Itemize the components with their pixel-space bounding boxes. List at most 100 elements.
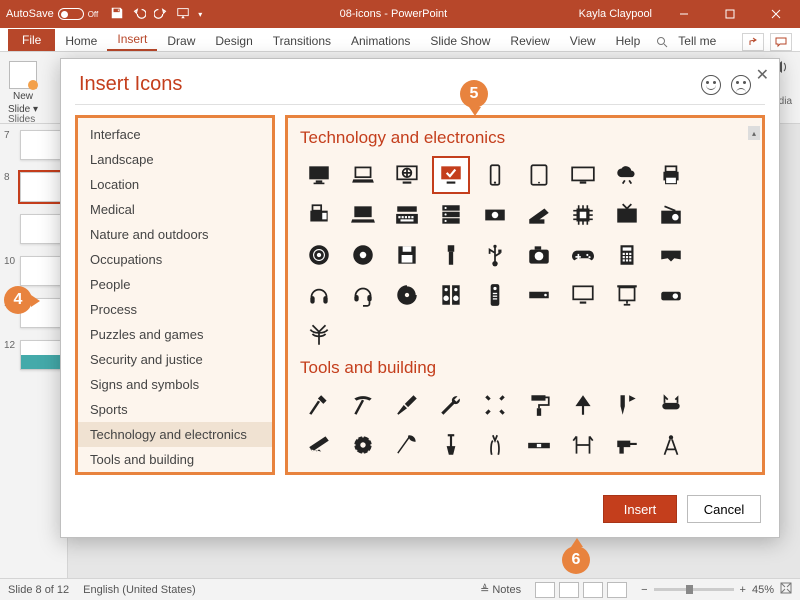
tab-review[interactable]: Review <box>500 30 559 51</box>
category-item[interactable]: Puzzles and games <box>78 322 272 347</box>
handsaw-icon[interactable] <box>300 426 338 464</box>
new-slide-button[interactable]: New Slide ▾ <box>8 61 38 115</box>
insert-button[interactable]: Insert <box>603 495 677 523</box>
tab-view[interactable]: View <box>560 30 606 51</box>
cloud-sync-icon[interactable] <box>608 156 646 194</box>
tab-home[interactable]: Home <box>55 30 107 51</box>
zoom-control[interactable]: − + 45% <box>641 582 792 597</box>
scanner-icon[interactable] <box>520 196 558 234</box>
tablet-icon[interactable] <box>520 156 558 194</box>
slide-thumbnail[interactable]: 8 <box>0 166 67 208</box>
category-list[interactable]: InterfaceLandscapeLocationMedicalNature … <box>75 115 275 475</box>
paint-roller-icon[interactable] <box>520 386 558 424</box>
close-button[interactable] <box>756 0 796 28</box>
disc-drive-icon[interactable] <box>476 196 514 234</box>
slideshow-view-button[interactable] <box>607 582 627 598</box>
usb-symbol-icon[interactable] <box>476 236 514 274</box>
fax-icon[interactable] <box>300 196 338 234</box>
vinyl-icon[interactable] <box>300 236 338 274</box>
tab-insert[interactable]: Insert <box>107 28 157 51</box>
disc-icon[interactable] <box>388 276 426 314</box>
speakers-icon[interactable] <box>432 276 470 314</box>
maximize-button[interactable] <box>710 0 750 28</box>
feedback-frown-icon[interactable] <box>731 75 751 95</box>
toggle-switch[interactable] <box>58 8 84 20</box>
zoom-percent[interactable]: 45% <box>752 584 774 596</box>
smartphone-icon[interactable] <box>476 156 514 194</box>
feedback-smile-icon[interactable] <box>701 75 721 95</box>
tab-draw[interactable]: Draw <box>157 30 205 51</box>
drill-icon[interactable] <box>608 426 646 464</box>
category-item[interactable]: Sports <box>78 397 272 422</box>
camera-icon[interactable] <box>520 236 558 274</box>
circular-saw-icon[interactable] <box>344 426 382 464</box>
calculator-icon[interactable] <box>608 236 646 274</box>
shovel-icon[interactable] <box>432 426 470 464</box>
category-item[interactable]: Signs and symbols <box>78 372 272 397</box>
category-item[interactable]: Nature and outdoors <box>78 222 272 247</box>
slide-thumbnail[interactable]: 12 <box>0 334 67 376</box>
crossed-wrench-icon[interactable] <box>476 386 514 424</box>
redo-icon[interactable] <box>154 6 168 23</box>
language-status[interactable]: English (United States) <box>83 584 196 596</box>
qat-dropdown-icon[interactable]: ▾ <box>198 10 202 19</box>
icon-gallery[interactable]: ▴ Technology and electronicsTools and bu… <box>285 115 765 475</box>
category-item[interactable]: Occupations <box>78 247 272 272</box>
slide-thumbnail[interactable] <box>0 208 67 250</box>
tab-slide-show[interactable]: Slide Show <box>420 30 500 51</box>
hammer-icon[interactable] <box>300 386 338 424</box>
autosave-toggle[interactable]: AutoSave Off <box>0 8 104 20</box>
slide-thumbnail[interactable]: 7 <box>0 124 67 166</box>
laptop-open-icon[interactable] <box>344 196 382 234</box>
category-item[interactable]: Medical <box>78 197 272 222</box>
desktop-icon[interactable] <box>300 156 338 194</box>
tab-transitions[interactable]: Transitions <box>263 30 341 51</box>
zoom-slider[interactable] <box>654 588 734 591</box>
start-show-icon[interactable] <box>176 6 190 23</box>
zoom-out-icon[interactable]: − <box>641 584 647 596</box>
pickaxe-icon[interactable] <box>344 386 382 424</box>
monitor-wide-icon[interactable] <box>564 156 602 194</box>
tab-design[interactable]: Design <box>205 30 262 51</box>
comments-button[interactable] <box>770 33 792 51</box>
keyboard-icon[interactable] <box>388 196 426 234</box>
screwdriver-icon[interactable] <box>388 386 426 424</box>
category-item[interactable]: Landscape <box>78 147 272 172</box>
check-monitor-icon[interactable] <box>432 156 470 194</box>
tab-animations[interactable]: Animations <box>341 30 420 51</box>
undo-icon[interactable] <box>132 6 146 23</box>
category-item[interactable]: Process <box>78 297 272 322</box>
dialog-close-button[interactable]: ✕ <box>756 65 769 85</box>
laptop-icon[interactable] <box>344 156 382 194</box>
tab-help[interactable]: Help <box>606 30 651 51</box>
server-icon[interactable] <box>432 196 470 234</box>
level-icon[interactable] <box>520 426 558 464</box>
swiss-knife-icon[interactable] <box>652 386 690 424</box>
normal-view-button[interactable] <box>535 582 555 598</box>
tell-me-search[interactable]: Tell me <box>668 30 726 51</box>
globe-monitor-icon[interactable] <box>388 156 426 194</box>
radio-icon[interactable] <box>652 196 690 234</box>
vr-headset-icon[interactable] <box>652 236 690 274</box>
antenna-icon[interactable] <box>300 316 338 354</box>
printer-icon[interactable] <box>652 156 690 194</box>
minimize-button[interactable] <box>664 0 704 28</box>
headset-icon[interactable] <box>344 276 382 314</box>
tv-icon[interactable] <box>608 196 646 234</box>
dvd-player-icon[interactable] <box>520 276 558 314</box>
gamepad-icon[interactable] <box>564 236 602 274</box>
cancel-button[interactable]: Cancel <box>687 495 761 523</box>
wrench-icon[interactable] <box>432 386 470 424</box>
zoom-in-icon[interactable]: + <box>740 584 746 596</box>
monitor-outline-icon[interactable] <box>564 276 602 314</box>
user-name[interactable]: Kayla Claypool <box>579 8 652 20</box>
fit-slide-icon[interactable] <box>780 582 792 597</box>
category-item[interactable]: Interface <box>78 122 272 147</box>
search-icon[interactable] <box>656 36 668 51</box>
save-icon[interactable] <box>110 6 124 23</box>
compass-icon[interactable] <box>652 426 690 464</box>
slide-thumbnails[interactable]: 78101112 <box>0 124 68 578</box>
trowel-icon[interactable] <box>564 386 602 424</box>
cd-icon[interactable] <box>344 236 382 274</box>
category-item[interactable]: Tools and building <box>78 447 272 472</box>
